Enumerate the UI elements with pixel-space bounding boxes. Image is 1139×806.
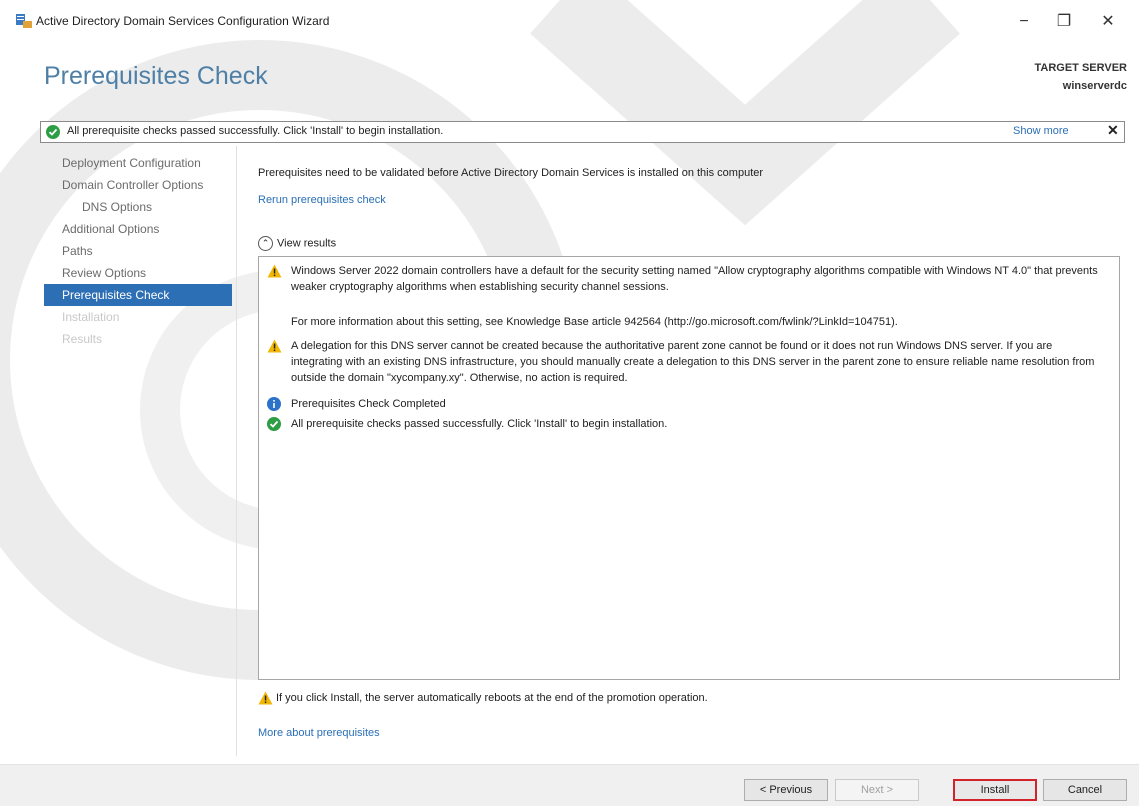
nav-item-installation: Installation (62, 310, 120, 324)
previous-button[interactable]: < Previous (744, 779, 828, 801)
install-button[interactable]: Install (953, 779, 1037, 801)
restore-button[interactable]: ❐ (1044, 8, 1084, 36)
notice-close-icon[interactable]: ✕ (1107, 122, 1119, 139)
button-bar: < Previous Next > Install Cancel (0, 764, 1139, 806)
more-about-prerequisites-link[interactable]: More about prerequisites (258, 727, 380, 739)
nav-item-paths[interactable]: Paths (44, 240, 232, 262)
window-title: Active Directory Domain Services Configu… (36, 14, 330, 28)
nav-item-dns-options[interactable]: DNS Options (44, 196, 232, 218)
cancel-button[interactable]: Cancel (1043, 779, 1127, 801)
success-icon (46, 125, 60, 139)
target-server-label: TARGET SERVER (1034, 62, 1128, 74)
nav-item-additional-options[interactable]: Additional Options (44, 218, 232, 240)
nav-item-review-options[interactable]: Review Options (44, 262, 232, 284)
show-more-link[interactable]: Show more (1013, 125, 1069, 137)
warning-icon (267, 339, 282, 353)
success-icon (267, 417, 281, 431)
result-text: For more information about this setting,… (291, 316, 898, 328)
result-text: Windows Server 2022 domain controllers h… (291, 265, 1098, 293)
next-button: Next > (835, 779, 919, 801)
close-button[interactable]: ✕ (1088, 8, 1128, 36)
reboot-warning-text: If you click Install, the server automat… (276, 692, 708, 704)
status-notice-bar: All prerequisite checks passed successfu… (40, 121, 1125, 143)
view-results-toggle[interactable]: ⌃ View results (258, 236, 336, 251)
wizard-nav: Deployment Configuration Domain Controll… (44, 152, 232, 350)
nav-item-domain-controller-options[interactable]: Domain Controller Options (44, 174, 232, 196)
result-text: All prerequisite checks passed successfu… (291, 418, 668, 430)
nav-item-prerequisites-check[interactable]: Prerequisites Check (44, 284, 232, 306)
info-icon (267, 397, 281, 411)
results-panel: Windows Server 2022 domain controllers h… (258, 256, 1120, 680)
page-title: Prerequisites Check (44, 62, 268, 90)
view-results-label: View results (277, 237, 337, 250)
nav-item-deployment-configuration[interactable]: Deployment Configuration (44, 152, 232, 174)
server-app-icon (16, 14, 32, 28)
minimize-button[interactable]: − (1004, 8, 1044, 36)
target-server-name: winserverdc (1062, 80, 1127, 92)
notice-text: All prerequisite checks passed successfu… (67, 125, 444, 137)
rerun-prerequisites-link[interactable]: Rerun prerequisites check (258, 194, 386, 206)
title-bar: Active Directory Domain Services Configu… (0, 0, 1139, 44)
result-text: A delegation for this DNS server cannot … (291, 340, 1095, 384)
warning-icon (258, 691, 273, 705)
result-text: Prerequisites Check Completed (291, 398, 446, 410)
chevron-up-icon: ⌃ (258, 236, 273, 251)
nav-item-results: Results (62, 332, 103, 346)
intro-text: Prerequisites need to be validated befor… (258, 167, 764, 179)
nav-divider (236, 146, 237, 756)
warning-icon (267, 264, 282, 278)
